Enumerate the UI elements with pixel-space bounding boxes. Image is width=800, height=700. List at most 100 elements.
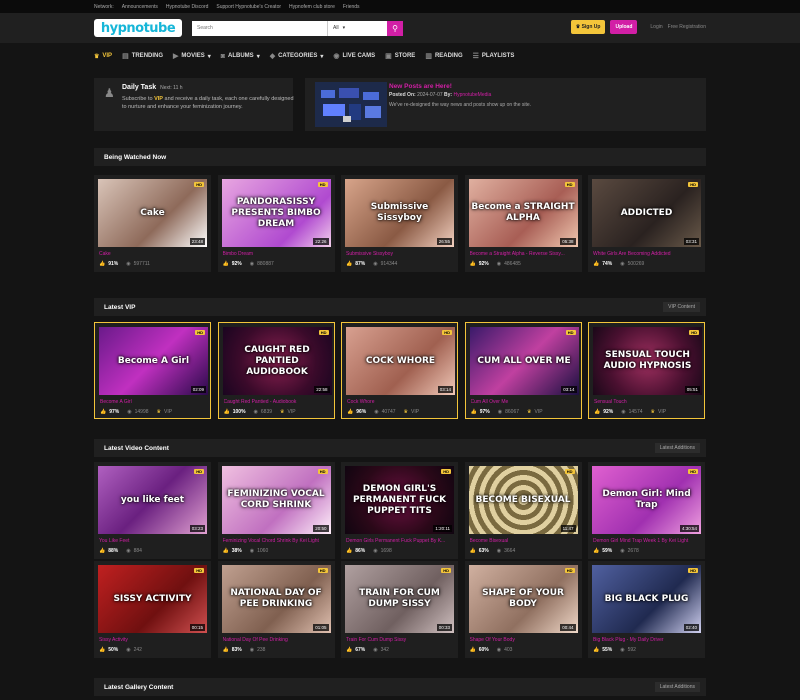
video-thumbnail[interactable]: COCK WHORE HD 03:14 <box>346 327 455 395</box>
view-count: 884 <box>133 548 142 554</box>
video-title[interactable]: Big Black Plug - My Daily Driver <box>593 637 701 643</box>
video-thumbnail[interactable]: DEMON GIRL'S PERMANENT FUCK PUPPET TITS H… <box>345 466 454 534</box>
video-thumbnail[interactable]: you like feet HD 03:23 <box>98 466 207 534</box>
video-title[interactable]: You Like Feet <box>99 538 207 544</box>
vip-content-button[interactable]: VIP Content <box>663 302 700 312</box>
network-link[interactable]: Support Hypnotube's Creator <box>216 4 281 10</box>
video-meta: 👍 74% ◉ 500269 <box>593 261 701 267</box>
news-panel[interactable]: New Posts are Here! Posted On: 2024-07-0… <box>305 78 706 131</box>
video-title[interactable]: Cum All Over Me <box>471 399 579 405</box>
login-link[interactable]: Login <box>650 24 662 30</box>
network-link[interactable]: Friends <box>343 4 360 10</box>
video-card[interactable]: TRAIN FOR CUM DUMP SISSY HD 00:33 Train For… <box>341 561 458 658</box>
search-input[interactable] <box>192 20 327 36</box>
nav-livecams-label: LIVE CAMS <box>342 53 376 59</box>
video-title[interactable]: White Girls Are Becoming Addicted <box>593 251 701 257</box>
video-meta: 👍 67% ◉ 342 <box>346 647 454 653</box>
video-card[interactable]: you like feet HD 03:23 You Like Feet 👍 88% ◉ 88… <box>94 462 211 559</box>
video-title[interactable]: Demon Girl Mind Trap Week 1 By Kei Light <box>593 538 701 544</box>
network-link[interactable]: Hypnotube Discord <box>166 4 209 10</box>
latest-additions-button[interactable]: Latest Additions <box>654 443 700 453</box>
nav-store[interactable]: ▣ STORE <box>385 52 415 60</box>
video-card[interactable]: PANDORASISSY PRESENTS BIMBO DREAM HD 22:26… <box>217 175 335 272</box>
signup-button[interactable]: ♛ Sign Up <box>570 20 606 34</box>
video-thumbnail[interactable]: Cake HD 23:48 <box>98 179 207 247</box>
video-card[interactable]: CAUGHT RED PANTIED AUDIOBOOK HD 22:58 Caugh… <box>217 322 335 419</box>
crown-icon: ♛ <box>94 53 100 60</box>
video-title[interactable]: Submissive Sissyboy <box>346 251 454 257</box>
site-logo[interactable]: hypnotube <box>94 19 182 37</box>
video-card[interactable]: SISSY ACTIVITY HD 00:15 Sissy Activity 👍 50% ◉… <box>94 561 211 658</box>
video-thumbnail[interactable]: BECOME BISEXUAL HD 11:47 <box>468 466 578 534</box>
video-card[interactable]: ADDICTED HD 03:31 White Girls Are Becoming … <box>588 175 705 272</box>
video-title[interactable]: Become a Straight Alpha - Reverse Sissy.… <box>470 251 578 257</box>
video-title[interactable]: Demon Girls Permanent Fuck Puppet By K..… <box>346 538 454 544</box>
video-title[interactable]: Sissy Activity <box>99 637 207 643</box>
video-card[interactable]: Cake HD 23:48 Cake 👍 91% ◉ 597711 <box>94 175 211 272</box>
nav-reading[interactable]: ▥ READING <box>425 52 462 60</box>
nav-trending[interactable]: ▤ TRENDING <box>122 52 163 60</box>
news-title[interactable]: New Posts are Here! <box>389 83 452 90</box>
video-thumbnail[interactable]: SISSY ACTIVITY HD 00:15 <box>98 565 207 633</box>
network-link[interactable]: Announcements <box>122 4 158 10</box>
video-card[interactable]: CUM ALL OVER ME HD 03:14 Cum All Over Me 👍 97… <box>464 322 582 419</box>
nav-categories[interactable]: ◆ CATEGORIES ▾ <box>270 52 324 60</box>
video-card[interactable]: COCK WHORE HD 03:14 Cock Whore 👍 96% ◉ 40747 ♛ VI… <box>341 322 458 419</box>
video-card[interactable]: Demon Girl: Mind Trap HD 4:30:54 Demon Girl… <box>588 462 705 559</box>
register-link[interactable]: Free Registration <box>668 24 706 30</box>
video-card[interactable]: BIG BLACK PLUG HD 02:40 Big Black Plug - My… <box>588 561 705 658</box>
video-title[interactable]: Become Bisexual <box>470 538 578 544</box>
video-thumbnail[interactable]: FEMINIZING VOCAL CORD SHRINK HD 20:50 <box>221 466 331 534</box>
video-card[interactable]: SENSUAL TOUCH AUDIO HYPNOSIS HD 05:51 Sensu… <box>588 322 705 419</box>
nav-albums[interactable]: ◙ ALBUMS ▾ <box>221 53 260 60</box>
news-author[interactable]: HypnotubeMedia <box>453 92 491 98</box>
network-link[interactable]: Hypnofem club store <box>289 4 335 10</box>
video-card[interactable]: Submissive Sissyboy 26:55 Submissive Sissy… <box>341 175 458 272</box>
video-card[interactable]: Become A Girl HD 02:09 Become A Girl 👍 97% ◉ 14… <box>94 322 211 419</box>
video-thumbnail[interactable]: SHAPE OF YOUR BODY HD 00:44 <box>468 565 578 633</box>
video-title[interactable]: Sensual Touch <box>594 399 702 405</box>
video-thumbnail[interactable]: PANDORASISSY PRESENTS BIMBO DREAM HD 22:26 <box>221 179 331 247</box>
eye-icon: ◉ <box>497 409 503 415</box>
video-thumbnail[interactable]: Become a STRAIGHT ALPHA HD 05:38 <box>468 179 578 247</box>
video-thumbnail[interactable]: Demon Girl: Mind Trap HD 4:30:54 <box>592 466 701 534</box>
nav-playlists-label: PLAYLISTS <box>481 53 515 59</box>
video-thumbnail[interactable]: TRAIN FOR CUM DUMP SISSY HD 00:33 <box>345 565 454 633</box>
nav-movies[interactable]: ▶ MOVIES ▾ <box>173 52 211 60</box>
thumbs-up-icon: 👍 <box>100 409 107 415</box>
video-card[interactable]: BECOME BISEXUAL HD 11:47 Become Bisexual 👍 63… <box>464 462 582 559</box>
main-nav: ♛ VIP ▤ TRENDING ▶ MOVIES ▾ ◙ ALBUMS ▾ ◆ CATEGO… <box>0 43 800 69</box>
video-thumbnail[interactable]: Submissive Sissyboy 26:55 <box>345 179 454 247</box>
crown-icon: ♛ <box>403 409 409 415</box>
video-card[interactable]: Become a STRAIGHT ALPHA HD 05:38 Become a S… <box>464 175 582 272</box>
video-title[interactable]: Train For Cum Dump Sissy <box>346 637 454 643</box>
video-title[interactable]: Caught Red Pantied - Audiobook <box>224 399 332 405</box>
video-title[interactable]: Cock Whore <box>347 399 455 405</box>
video-thumbnail[interactable]: ADDICTED HD 03:31 <box>592 179 701 247</box>
video-thumbnail[interactable]: CUM ALL OVER ME HD 03:14 <box>469 327 579 395</box>
nav-livecams[interactable]: ◉ LIVE CAMS <box>333 52 375 60</box>
video-title[interactable]: National Day Of Pee Drinking <box>223 637 331 643</box>
video-title[interactable]: Cake <box>99 251 207 257</box>
desc-vip-link[interactable]: VIP <box>154 96 163 102</box>
video-title[interactable]: Shape Of Your Body <box>470 637 578 643</box>
video-thumbnail[interactable]: BIG BLACK PLUG HD 02:40 <box>592 565 701 633</box>
video-title[interactable]: Become A Girl <box>100 399 208 405</box>
video-thumbnail[interactable]: CAUGHT RED PANTIED AUDIOBOOK HD 22:58 <box>222 327 332 395</box>
video-title[interactable]: Feminizing Vocal Chord Shrink By Kei Lig… <box>223 538 331 544</box>
search-button[interactable]: ⚲ <box>387 20 403 36</box>
video-thumbnail[interactable]: SENSUAL TOUCH AUDIO HYPNOSIS HD 05:51 <box>593 327 702 395</box>
video-card[interactable]: NATIONAL DAY OF PEE DRINKING HD 01:05 Natio… <box>217 561 335 658</box>
video-title[interactable]: Bimbo Dream <box>223 251 331 257</box>
nav-playlists[interactable]: ☰ PLAYLISTS <box>473 52 515 60</box>
chevron-down-icon: ▾ <box>320 53 324 60</box>
video-card[interactable]: SHAPE OF YOUR BODY HD 00:44 Shape Of Your B… <box>464 561 582 658</box>
search-scope-select[interactable]: All ▾ <box>327 20 387 36</box>
video-card[interactable]: FEMINIZING VOCAL CORD SHRINK HD 20:50 Femin… <box>217 462 335 559</box>
video-thumbnail[interactable]: NATIONAL DAY OF PEE DRINKING HD 01:05 <box>221 565 331 633</box>
video-thumbnail[interactable]: Become A Girl HD 02:09 <box>99 327 208 395</box>
nav-vip[interactable]: ♛ VIP <box>94 53 112 60</box>
upload-button[interactable]: Upload <box>610 20 638 34</box>
gallery-additions-button[interactable]: Latest Additions <box>654 682 700 692</box>
video-card[interactable]: DEMON GIRL'S PERMANENT FUCK PUPPET TITS H… <box>341 462 458 559</box>
